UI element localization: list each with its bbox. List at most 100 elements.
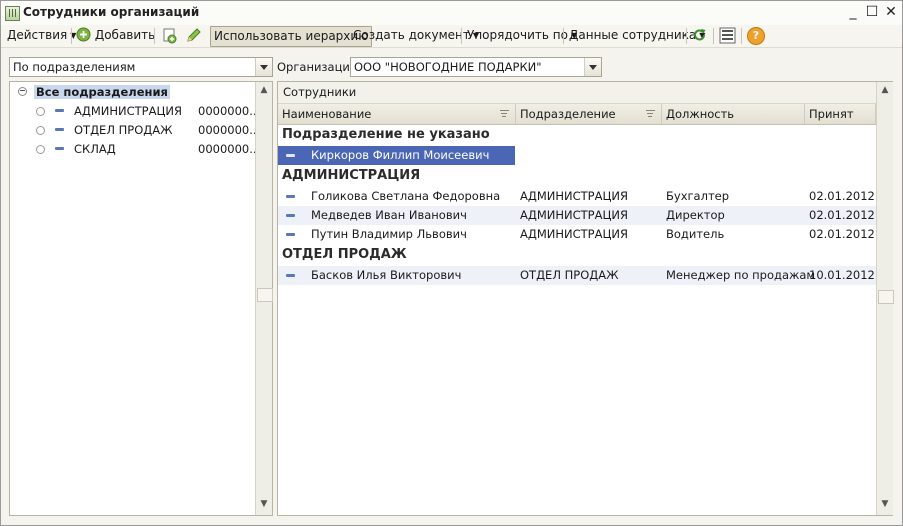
node-circle-icon — [36, 145, 45, 154]
department-icon — [55, 128, 64, 131]
organization-select[interactable]: ООО "НОВОГОДНИЕ ПОДАРКИ" — [350, 57, 602, 77]
column-header-name[interactable]: Наименование — [278, 104, 516, 124]
tree-item-code: 0000000... — [198, 123, 261, 137]
tree-item-label: СКЛАД — [74, 142, 116, 156]
group-header-administration: АДМИНИСТРАЦИЯ — [282, 168, 421, 183]
node-circle-icon — [36, 126, 45, 135]
add-button[interactable]: Добавить — [76, 26, 155, 45]
grid-header: Наименование Подразделение Должность При… — [278, 104, 876, 125]
column-header-label: Наименование — [282, 107, 372, 121]
grouping-select-value: По подразделениям — [13, 60, 136, 74]
tree-item-sales[interactable]: ОТДЕЛ ПРОДАЖ 0000000... — [10, 121, 260, 139]
grid-scrollbar[interactable]: ▲ ▼ — [876, 82, 894, 515]
table-row[interactable]: Медведев Иван Иванович АДМИНИСТРАЦИЯ Дир… — [278, 206, 876, 225]
window-title: Сотрудники организаций — [23, 5, 200, 19]
cell-department: АДМИНИСТРАЦИЯ — [520, 227, 629, 241]
cell-name: Медведев Иван Иванович — [311, 208, 467, 222]
tree-item-label: АДМИНИСТРАЦИЯ — [74, 104, 183, 118]
tree-item-code: 0000000... — [198, 142, 261, 156]
toolbar-divider — [71, 28, 72, 44]
toolbar-divider — [741, 28, 742, 44]
refresh-icon[interactable] — [691, 27, 708, 44]
sort-by-menu[interactable]: Упорядочить по ▼ — [467, 26, 577, 45]
cell-hired: 02.01.2012 — [809, 227, 875, 241]
cell-hired: 10.01.2012 — [809, 268, 875, 282]
department-icon — [55, 109, 64, 112]
tree-item-code: 0000000... — [198, 104, 261, 118]
employee-data-menu[interactable]: Данные сотрудника ▼ — [569, 26, 705, 45]
collapse-icon[interactable] — [18, 87, 27, 96]
department-icon — [55, 147, 64, 150]
minus-sign — [20, 90, 25, 91]
employees-window: Сотрудники организаций _ ☐ ✕ Действия ▼ Д… — [0, 0, 903, 526]
node-circle-icon — [36, 107, 45, 116]
group-header-sales: ОТДЕЛ ПРОДАЖ — [282, 247, 407, 262]
dropdown-arrow-icon[interactable] — [255, 58, 272, 76]
create-document-label: Создать документ — [353, 28, 470, 42]
grid-title: Сотрудники — [278, 82, 881, 104]
scroll-thumb[interactable] — [257, 288, 273, 302]
organization-select-value: ООО "НОВОГОДНИЕ ПОДАРКИ" — [354, 60, 542, 74]
tree-scrollbar[interactable]: ▲ ▼ — [255, 82, 273, 515]
cell-hired: 02.01.2012 — [809, 189, 875, 203]
actions-menu[interactable]: Действия ▼ — [7, 26, 76, 45]
cell-position: Водитель — [666, 227, 725, 241]
tree-item-label: ОТДЕЛ ПРОДАЖ — [74, 123, 173, 137]
employee-icon — [286, 274, 295, 277]
table-row[interactable]: Голикова Светлана Федоровна АДМИНИСТРАЦИ… — [278, 187, 876, 206]
scroll-down-icon[interactable]: ▼ — [877, 496, 893, 512]
table-row[interactable]: Киркоров Филлип Моисеевич — [278, 146, 876, 165]
tree-root-all-departments[interactable]: Все подразделения — [34, 83, 170, 101]
toolbar-divider — [154, 28, 155, 44]
title-bar: Сотрудники организаций _ ☐ ✕ — [1, 1, 902, 26]
cell-name: Киркоров Филлип Моисеевич — [311, 148, 490, 162]
toolbar-divider — [686, 28, 687, 44]
employee-icon — [286, 214, 295, 217]
selected-cell[interactable]: Киркоров Филлип Моисеевич — [278, 146, 515, 165]
use-hierarchy-toggle[interactable]: Использовать иерархию — [210, 26, 373, 47]
actions-menu-label: Действия — [7, 28, 68, 42]
column-header-department[interactable]: Подразделение — [516, 104, 662, 124]
table-icon — [5, 6, 20, 21]
sort-icon — [646, 110, 655, 117]
add-circle-icon — [76, 27, 91, 42]
employee-data-label: Данные сотрудника — [569, 28, 697, 42]
department-tree: Все подразделения АДМИНИСТРАЦИЯ 0000000.… — [9, 81, 273, 516]
table-row[interactable]: Басков Илья Викторович ОТДЕЛ ПРОДАЖ Мене… — [278, 266, 876, 285]
add-button-label: Добавить — [94, 28, 156, 42]
cell-name: Голикова Светлана Федоровна — [311, 189, 501, 203]
toolbar-divider — [713, 28, 714, 44]
tree-item-administration[interactable]: АДМИНИСТРАЦИЯ 0000000... — [10, 102, 260, 120]
scroll-up-icon[interactable]: ▲ — [877, 82, 893, 98]
column-header-position[interactable]: Должность — [662, 104, 805, 124]
grouping-select[interactable]: По подразделениям — [9, 57, 273, 77]
close-button[interactable]: ✕ — [882, 3, 900, 21]
edit-pencil-icon[interactable] — [185, 27, 202, 44]
tree-item-warehouse[interactable]: СКЛАД 0000000... — [10, 140, 260, 158]
column-header-hired[interactable]: Принят — [805, 104, 876, 124]
maximize-button[interactable]: ☐ — [863, 3, 881, 21]
employee-icon — [286, 195, 295, 198]
scroll-thumb[interactable] — [878, 290, 894, 304]
cell-name: Басков Илья Викторович — [311, 268, 462, 282]
employee-icon — [286, 233, 295, 236]
scroll-up-icon[interactable]: ▲ — [256, 82, 272, 98]
list-settings-icon[interactable] — [719, 27, 736, 44]
cell-department: АДМИНИСТРАЦИЯ — [520, 208, 629, 222]
cell-department: ОТДЕЛ ПРОДАЖ — [520, 268, 619, 282]
minimize-button[interactable]: _ — [844, 3, 862, 21]
toolbar: Действия ▼ Добавить Использовать иерархию… — [1, 25, 902, 48]
cell-department: АДМИНИСТРАЦИЯ — [520, 189, 629, 203]
sort-icon — [500, 110, 509, 117]
employees-grid: Сотрудники Наименование Подразделение До… — [277, 81, 894, 516]
table-row[interactable]: Путин Владимир Львович АДМИНИСТРАЦИЯ Вод… — [278, 225, 876, 244]
toolbar-divider — [461, 28, 462, 44]
dropdown-arrow-icon[interactable] — [584, 58, 601, 76]
cell-position: Менеджер по продажам — [666, 268, 816, 282]
scroll-down-icon[interactable]: ▼ — [256, 496, 272, 512]
copy-add-icon[interactable] — [161, 27, 178, 44]
tree-root-label: Все подразделения — [34, 85, 170, 99]
group-header-no-department: Подразделение не указано — [282, 127, 490, 142]
help-icon[interactable]: ? — [747, 27, 765, 45]
cell-position: Бухгалтер — [666, 189, 730, 203]
